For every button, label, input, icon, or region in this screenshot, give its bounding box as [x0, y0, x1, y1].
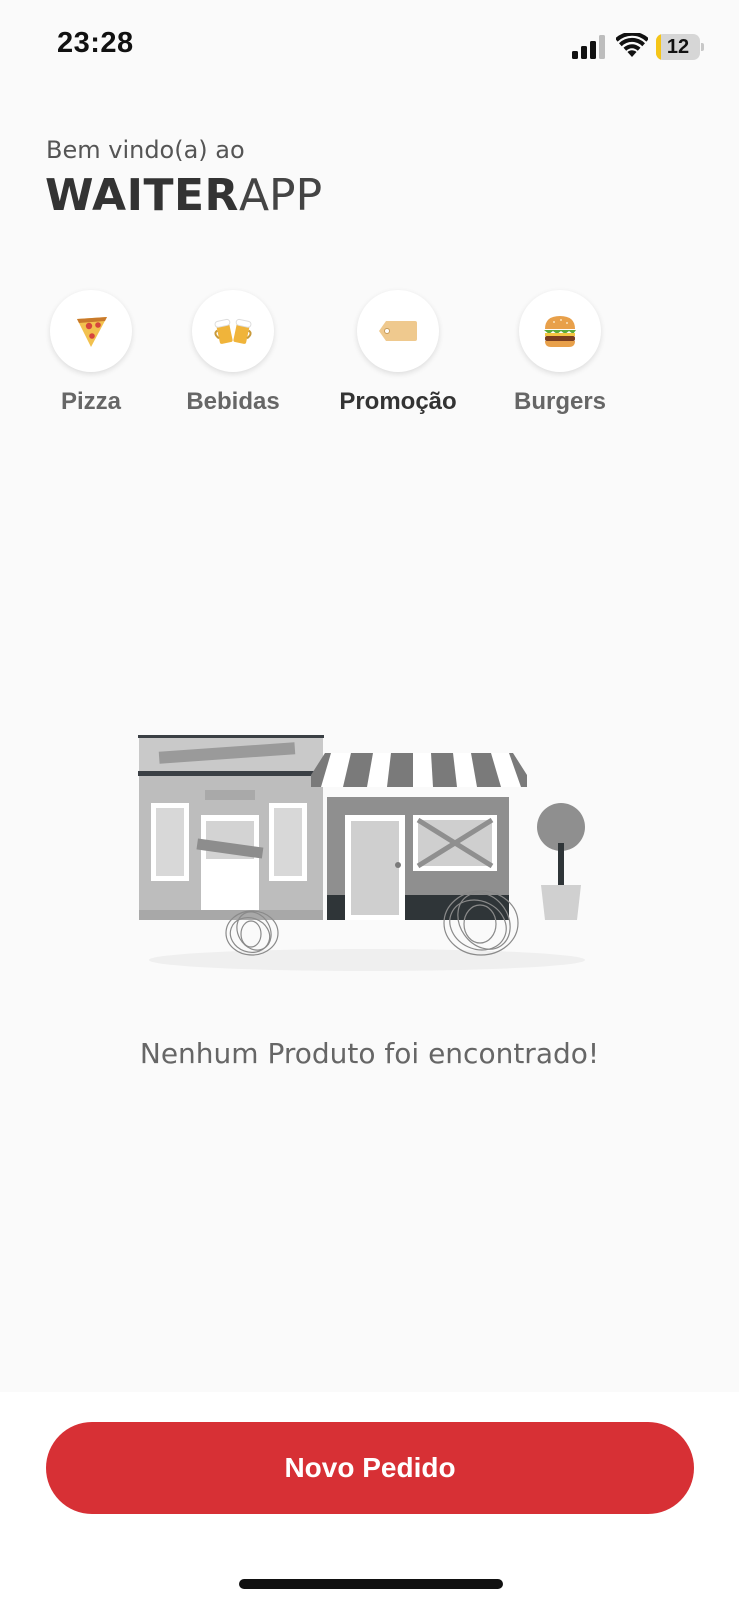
battery-body: 12 [656, 34, 700, 60]
brand-bold: WAITER [45, 170, 239, 221]
category-list: Pizza Bebidas Promoção Burgers [0, 288, 739, 428]
brand-light: APP [238, 170, 323, 221]
battery-level: 12 [666, 36, 690, 58]
screen: 23:28 12 Bem vindo(a) ao WAITERAPP Pizza… [0, 0, 739, 1600]
burger-icon [544, 316, 576, 347]
category-promocao[interactable]: Promoção [328, 288, 468, 428]
empty-message: Nenhum Produto foi encontrado! [139, 1037, 600, 1070]
category-bebidas[interactable]: Bebidas [163, 288, 303, 428]
category-burgers[interactable]: Burgers [490, 288, 630, 428]
category-label: Bebidas [186, 388, 280, 415]
signal-icon [572, 35, 605, 59]
welcome-text: Bem vindo(a) ao [46, 136, 245, 164]
status-bar: 23:28 12 [0, 0, 739, 95]
new-order-button[interactable]: Novo Pedido [46, 1422, 694, 1514]
battery-tip [701, 43, 704, 51]
brand-title: WAITERAPP [45, 170, 322, 222]
closed-shops-illustration [138, 735, 585, 971]
price-tag-icon [379, 321, 417, 341]
wifi-icon [616, 33, 648, 57]
category-label: Pizza [60, 388, 122, 415]
status-time: 23:28 [57, 27, 134, 59]
home-indicator[interactable] [239, 1579, 503, 1589]
category-label: Promoção [339, 388, 457, 415]
footer: Novo Pedido [0, 1392, 739, 1600]
category-icon-circle [192, 290, 274, 372]
category-label: Burgers [513, 388, 607, 415]
category-icon-circle [357, 290, 439, 372]
pizza-icon [77, 317, 107, 347]
beer-mugs-icon [214, 318, 252, 344]
category-icon-circle [50, 290, 132, 372]
category-pizza[interactable]: Pizza [21, 288, 161, 428]
battery-icon: 12 [656, 34, 704, 60]
category-icon-circle [519, 290, 601, 372]
